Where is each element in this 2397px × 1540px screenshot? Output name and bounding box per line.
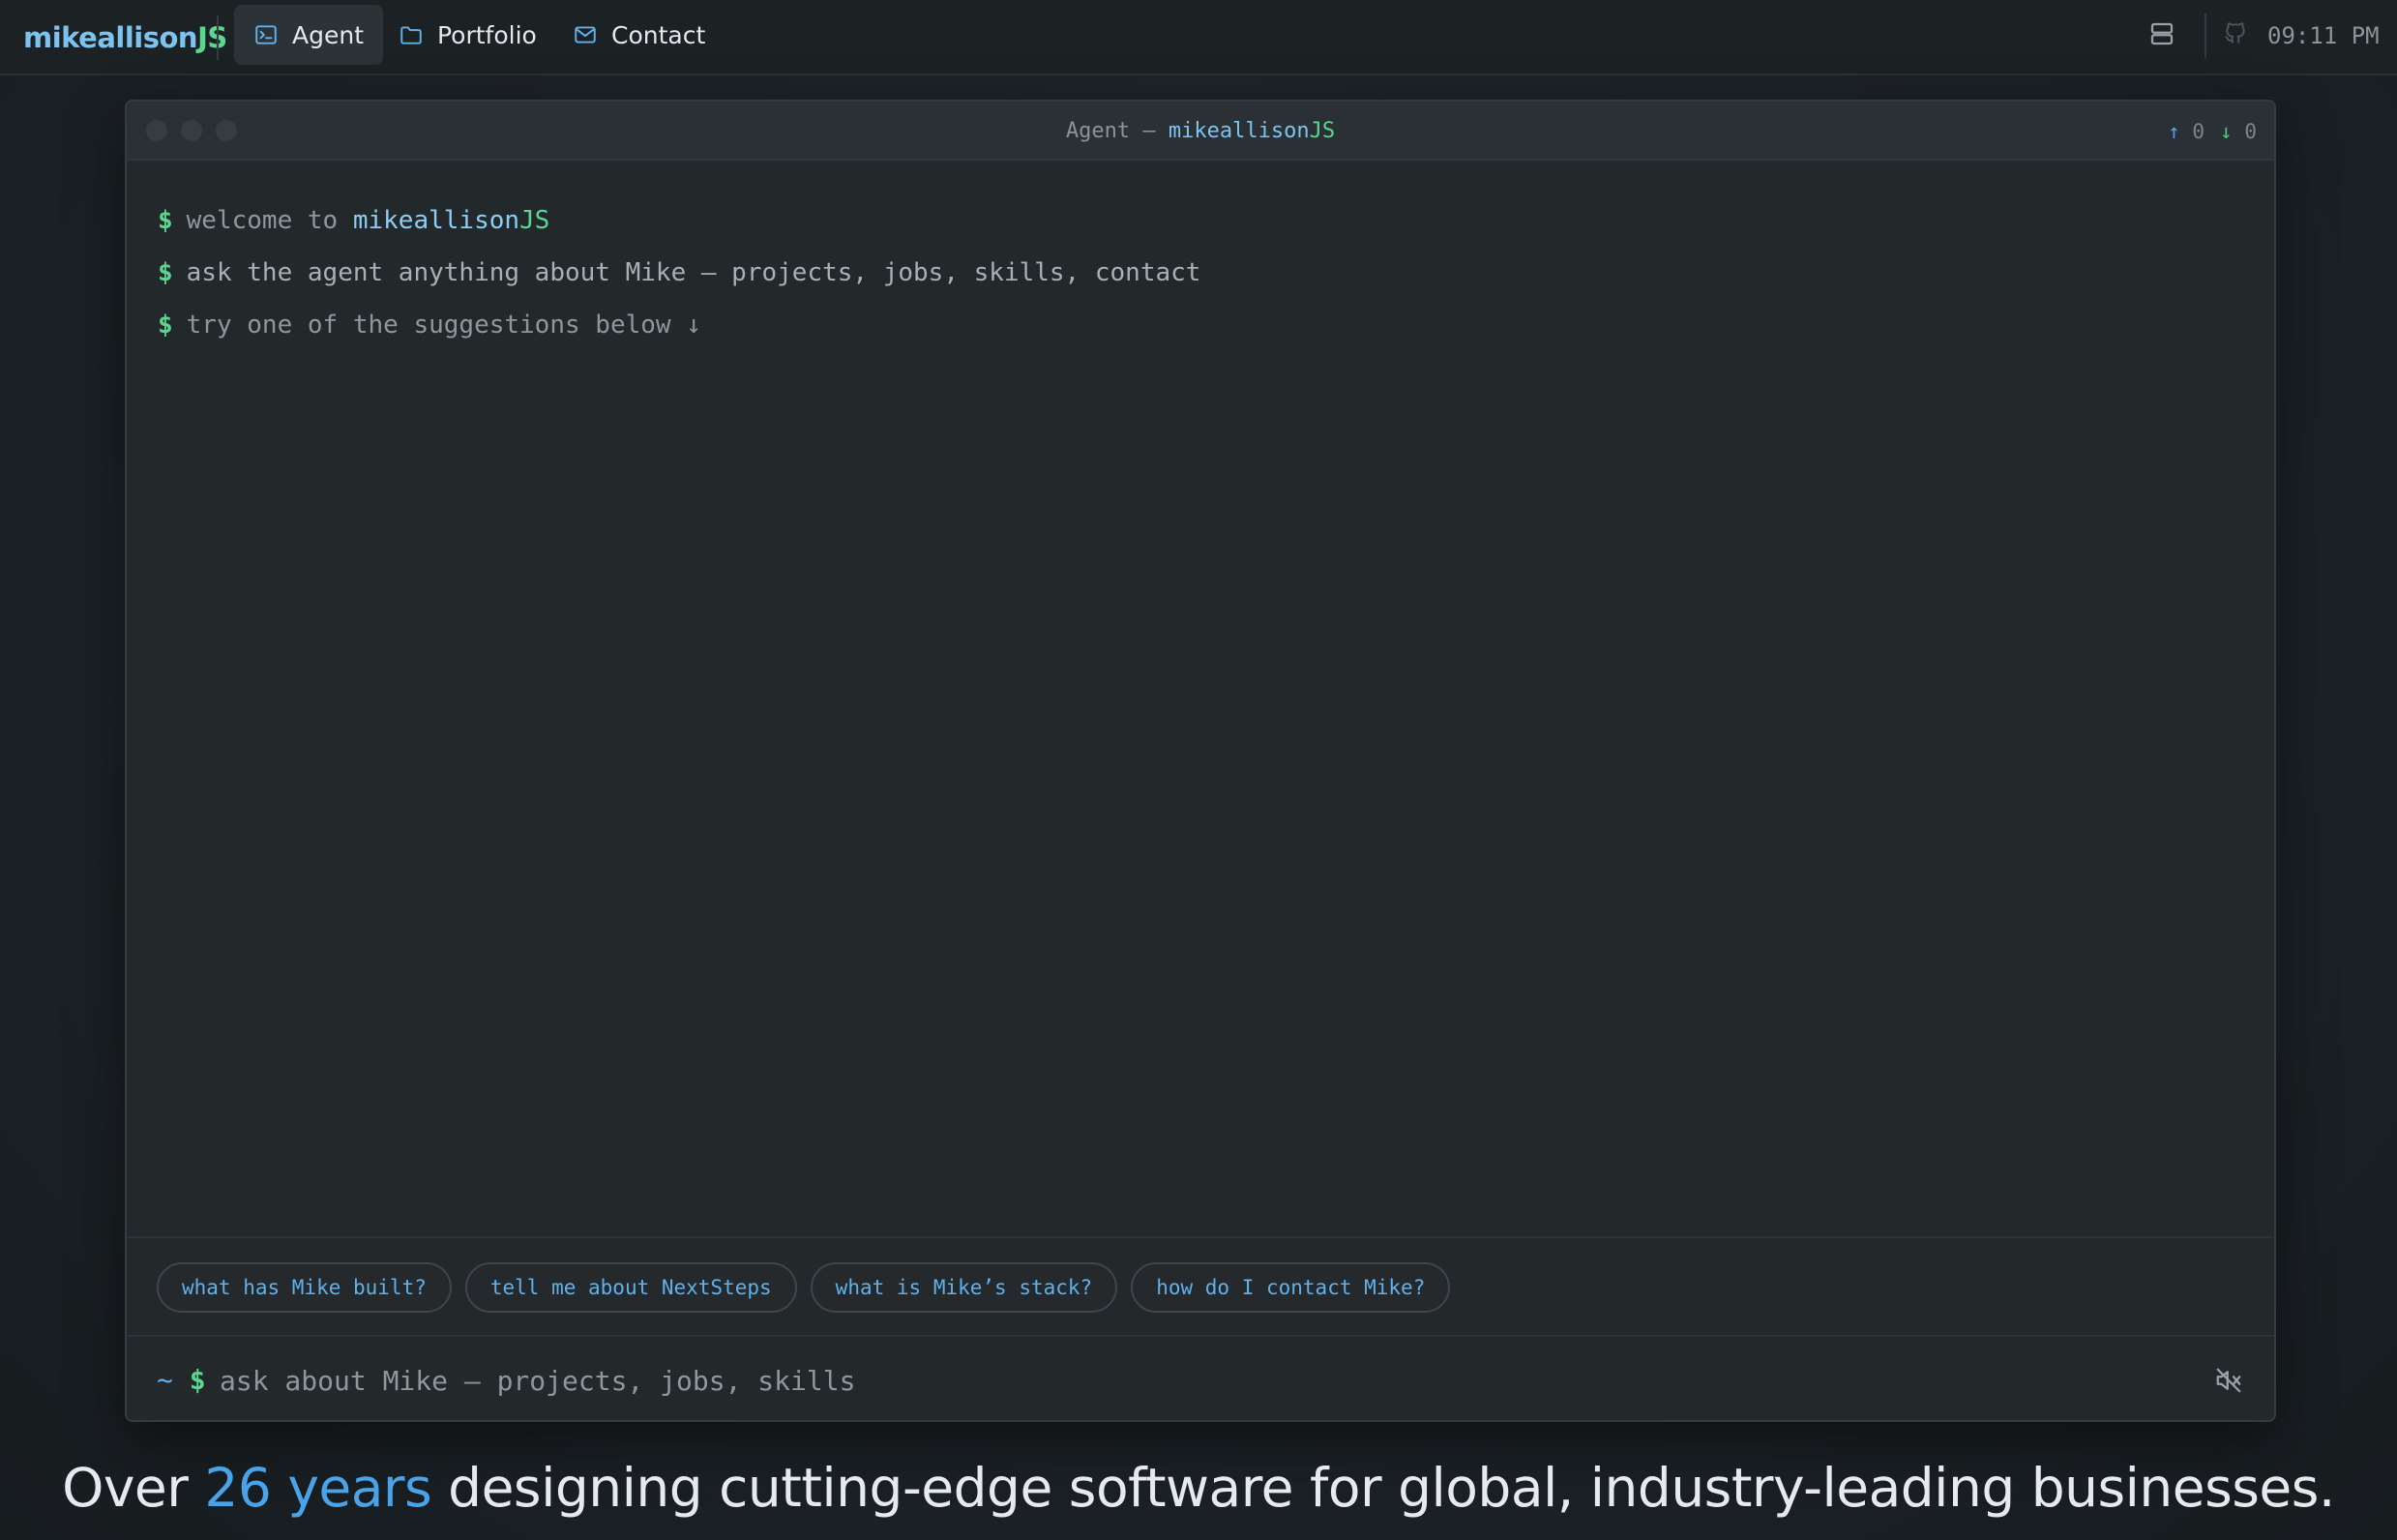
terminal-output: $ welcome to mikeallisonJS $ ask the agent… <box>158 194 2243 351</box>
suggestion-chip[interactable]: tell me about NextSteps <box>464 1262 797 1313</box>
nav-divider <box>217 15 219 60</box>
terminal-line-welcome: $ welcome to mikeallisonJS <box>158 194 2243 247</box>
nav-tab-label: Contact <box>611 20 706 49</box>
input-dollar: $ <box>189 1364 206 1396</box>
input-tilde: ~ <box>157 1364 173 1396</box>
up-counter: ↑ 0 <box>2168 120 2205 143</box>
terminal-line-try: $ try one of the suggestions below ↓ <box>158 299 2243 351</box>
nav-tab-label: Agent <box>292 20 364 49</box>
terminal-title-prefix: Agent — <box>1065 119 1169 143</box>
brand-logo[interactable]: mikeallisonJS <box>23 17 227 58</box>
prompt-symbol: $ <box>158 258 173 287</box>
welcome-brand: mikeallison <box>352 206 520 235</box>
up-count: 0 <box>2192 119 2205 143</box>
suggestions-bar: what has Mike built? tell me about NextS… <box>127 1236 2274 1337</box>
terminal-titlebar: Agent — mikeallisonJS ↑ 0 ↓ 0 <box>127 102 2274 161</box>
hero-tagline: Over 26 years designing cutting-edge sof… <box>0 1449 2397 1526</box>
topbar-divider <box>2205 14 2206 58</box>
down-counter: ↓ 0 <box>2220 120 2257 143</box>
agent-terminal-window: Agent — mikeallisonJS ↑ 0 ↓ 0 $ welcome t… <box>125 100 2276 1422</box>
github-icon[interactable] <box>2223 20 2248 45</box>
prompt-symbol: $ <box>158 311 173 340</box>
input-prompt: ~ $ <box>157 1339 206 1420</box>
tagline-after: designing cutting-edge software for glob… <box>431 1457 2335 1519</box>
ask-text: ask the agent anything about Mike — proj… <box>186 258 1201 287</box>
clock-time: 09:11 PM <box>2267 22 2380 49</box>
tagline-highlight: 26 years <box>204 1457 432 1519</box>
nav-tab-contact[interactable]: Contact <box>553 5 725 65</box>
token-counters: ↑ 0 ↓ 0 <box>2168 102 2257 161</box>
suggestion-chip[interactable]: what has Mike built? <box>157 1262 452 1313</box>
arrow-down-icon: ↓ <box>2220 119 2233 143</box>
nav-tab-portfolio[interactable]: Portfolio <box>379 5 556 65</box>
terminal-title-brand: mikeallison <box>1168 119 1310 143</box>
tagline-before: Over <box>62 1457 205 1519</box>
down-count: 0 <box>2244 119 2257 143</box>
terminal-line-ask: $ ask the agent anything about Mike — pro… <box>158 247 2243 299</box>
brand-name: mikeallison <box>23 21 198 54</box>
terminal-title: Agent — mikeallisonJS <box>127 102 2274 161</box>
speaker-muted-icon[interactable] <box>2214 1366 2243 1395</box>
suggestion-chips: what has Mike built? tell me about NextS… <box>157 1262 1451 1313</box>
welcome-brand-suffix: JS <box>519 206 550 235</box>
agent-input-row: ~ $ <box>127 1339 2274 1420</box>
folder-icon <box>400 26 422 44</box>
top-nav-bar: mikeallisonJS Agent Portfolio Contact 09… <box>0 0 2397 75</box>
arrow-up-icon: ↑ <box>2168 119 2180 143</box>
suggestion-chip[interactable]: what is Mike’s stack? <box>810 1262 1118 1313</box>
prompt-symbol: $ <box>158 206 173 235</box>
nav-tab-agent[interactable]: Agent <box>234 5 383 65</box>
mail-icon <box>575 26 596 44</box>
welcome-text: welcome to <box>186 206 353 235</box>
terminal-title-suffix: JS <box>1309 119 1336 143</box>
agent-query-input[interactable] <box>220 1356 2154 1405</box>
nav-tab-label: Portfolio <box>437 20 537 49</box>
brand-suffix: JS <box>197 21 227 54</box>
terminal-icon <box>255 25 277 44</box>
try-text: try one of the suggestions below ↓ <box>186 311 701 340</box>
suggestion-chip[interactable]: how do I contact Mike? <box>1131 1262 1451 1313</box>
layout-toggle-icon[interactable] <box>2147 19 2176 48</box>
